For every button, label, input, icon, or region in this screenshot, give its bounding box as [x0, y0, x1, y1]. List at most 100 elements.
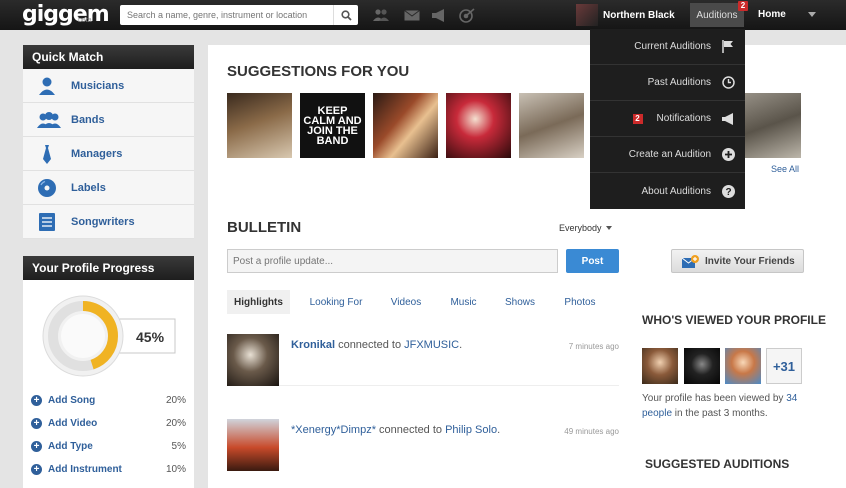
plus-circle-icon: + — [31, 440, 42, 452]
invite-friends-button[interactable]: Invite Your Friends — [671, 249, 804, 273]
flag-icon — [721, 40, 735, 54]
megaphone-icon[interactable] — [430, 7, 448, 23]
mail-icon[interactable] — [403, 7, 421, 23]
feed-user-link[interactable]: *Xenergy*Dimpz* — [291, 424, 376, 436]
suggestion-thumb[interactable] — [446, 93, 511, 158]
tab-looking-for[interactable]: Looking For — [301, 290, 371, 314]
suggestion-thumb[interactable]: KEEP CALM AND JOIN THE BAND — [300, 93, 365, 158]
search-icon — [340, 9, 352, 21]
home-link[interactable]: Home — [758, 9, 786, 20]
mail-plus-icon — [682, 254, 699, 268]
quick-match-label: Managers — [71, 147, 123, 160]
auditions-dropdown: Current Auditions Past Auditions 2 Notif… — [590, 29, 745, 209]
viewer-avatar[interactable] — [642, 348, 678, 384]
feed-suffix: . — [459, 339, 463, 351]
suggestion-thumb[interactable] — [519, 93, 584, 158]
quick-match-labels[interactable]: Labels — [23, 171, 194, 205]
progress-item-label: Add Video — [48, 417, 98, 429]
tab-videos[interactable]: Videos — [381, 290, 431, 314]
menu-about-auditions[interactable]: About Auditions ? — [590, 173, 745, 209]
tab-shows[interactable]: Shows — [497, 290, 543, 314]
add-type-row[interactable]: + Add Type 5% — [31, 438, 186, 454]
menu-label: Create an Audition — [628, 149, 711, 160]
tab-highlights[interactable]: Highlights — [227, 290, 290, 314]
quick-match-panel: Quick Match Musicians Bands Managers Lab… — [23, 45, 194, 239]
tie-icon — [43, 144, 51, 164]
menu-past-auditions[interactable]: Past Auditions — [590, 65, 745, 101]
menu-create-audition[interactable]: Create an Audition — [590, 137, 745, 173]
megaphone-icon — [721, 112, 735, 126]
chevron-down-icon — [605, 226, 612, 230]
feed-text: *Xenergy*Dimpz* connected to Philip Solo… — [291, 424, 500, 436]
menu-label: Past Auditions — [647, 77, 711, 88]
giggem-logo[interactable]: giggem — [22, 2, 110, 27]
feed-avatar[interactable] — [227, 334, 279, 386]
svg-text:?: ? — [725, 187, 731, 198]
plus-circle-icon: + — [31, 417, 42, 429]
keep-calm-poster: KEEP CALM AND JOIN THE BAND — [303, 104, 362, 147]
progress-item-pct: 20% — [165, 394, 186, 406]
feed-target-link[interactable]: JFXMUSIC — [404, 339, 459, 351]
feed-avatar[interactable] — [227, 419, 279, 471]
see-all-link[interactable]: See All — [771, 164, 799, 174]
search-button[interactable] — [333, 5, 358, 25]
beta-label: beta — [78, 17, 92, 24]
feed-user-link[interactable]: Kronikal — [291, 339, 335, 351]
tab-photos[interactable]: Photos — [556, 290, 604, 314]
bulletin-title: BULLETIN — [227, 219, 302, 236]
suggestion-thumb[interactable] — [227, 93, 292, 158]
quick-match-managers[interactable]: Managers — [23, 137, 194, 171]
search-box — [120, 5, 358, 25]
viewer-avatar[interactable] — [725, 348, 761, 384]
user-menu[interactable]: Northern Black — [576, 4, 675, 26]
post-button[interactable]: Post — [566, 249, 619, 273]
plus-circle-icon: + — [31, 463, 42, 475]
clock-icon — [721, 76, 735, 90]
quick-match-songwriters[interactable]: Songwriters — [23, 205, 194, 239]
quick-match-title: Quick Match — [23, 45, 194, 69]
add-song-row[interactable]: + Add Song 20% — [31, 392, 186, 408]
tab-music[interactable]: Music — [441, 290, 486, 314]
target-icon[interactable] — [458, 7, 476, 23]
top-navigation-bar: giggem beta Northern Black Auditions 2 H… — [0, 0, 846, 30]
suggested-auditions-title: SUGGESTED AUDITIONS — [645, 457, 790, 471]
feed-action: connected to — [335, 339, 405, 351]
feed-suffix: . — [497, 424, 501, 436]
menu-label: Notifications — [656, 113, 711, 124]
progress-percent: 45% — [136, 329, 165, 345]
group-icon — [37, 111, 61, 128]
audience-filter[interactable]: Everybody — [559, 223, 612, 233]
quick-match-label: Labels — [71, 181, 106, 194]
menu-notifications[interactable]: 2 Notifications — [590, 101, 745, 137]
question-icon: ? — [721, 184, 735, 198]
menu-current-auditions[interactable]: Current Auditions — [590, 29, 745, 65]
quick-match-bands[interactable]: Bands — [23, 103, 194, 137]
more-viewers-button[interactable]: +31 — [766, 348, 802, 384]
feed-item: *Xenergy*Dimpz* connected to Philip Solo… — [227, 419, 619, 471]
people-icon[interactable] — [372, 7, 390, 23]
search-input[interactable] — [120, 5, 333, 25]
notifications-badge: 2 — [632, 113, 643, 124]
main-content: SUGGESTIONS FOR YOU KEEP CALM AND JOIN T… — [208, 45, 846, 488]
feed-item: Kronikal connected to JFXMUSIC. 7 minute… — [227, 334, 619, 386]
auditions-tab[interactable]: Auditions — [690, 3, 744, 27]
progress-item-pct: 20% — [165, 417, 186, 429]
audience-filter-value: Everybody — [559, 223, 602, 233]
feed-time: 7 minutes ago — [568, 342, 619, 351]
profile-progress-panel: Your Profile Progress 45% + Add Song 20%… — [23, 256, 194, 488]
add-video-row[interactable]: + Add Video 20% — [31, 415, 186, 431]
viewer-avatar[interactable] — [684, 348, 720, 384]
chevron-down-icon[interactable] — [808, 12, 816, 17]
add-instrument-row[interactable]: + Add Instrument 10% — [31, 461, 186, 477]
suggestion-thumb[interactable] — [736, 93, 801, 158]
quick-match-label: Bands — [71, 113, 105, 126]
quick-match-musicians[interactable]: Musicians — [23, 69, 194, 103]
feed-time: 49 minutes ago — [564, 427, 619, 436]
feed-target-link[interactable]: Philip Solo — [445, 424, 497, 436]
disc-icon — [38, 178, 56, 197]
quick-match-label: Musicians — [71, 79, 125, 92]
auditions-label: Auditions — [696, 9, 738, 21]
profile-update-input[interactable] — [227, 249, 558, 273]
auditions-badge: 2 — [738, 1, 748, 11]
suggestion-thumb[interactable] — [373, 93, 438, 158]
